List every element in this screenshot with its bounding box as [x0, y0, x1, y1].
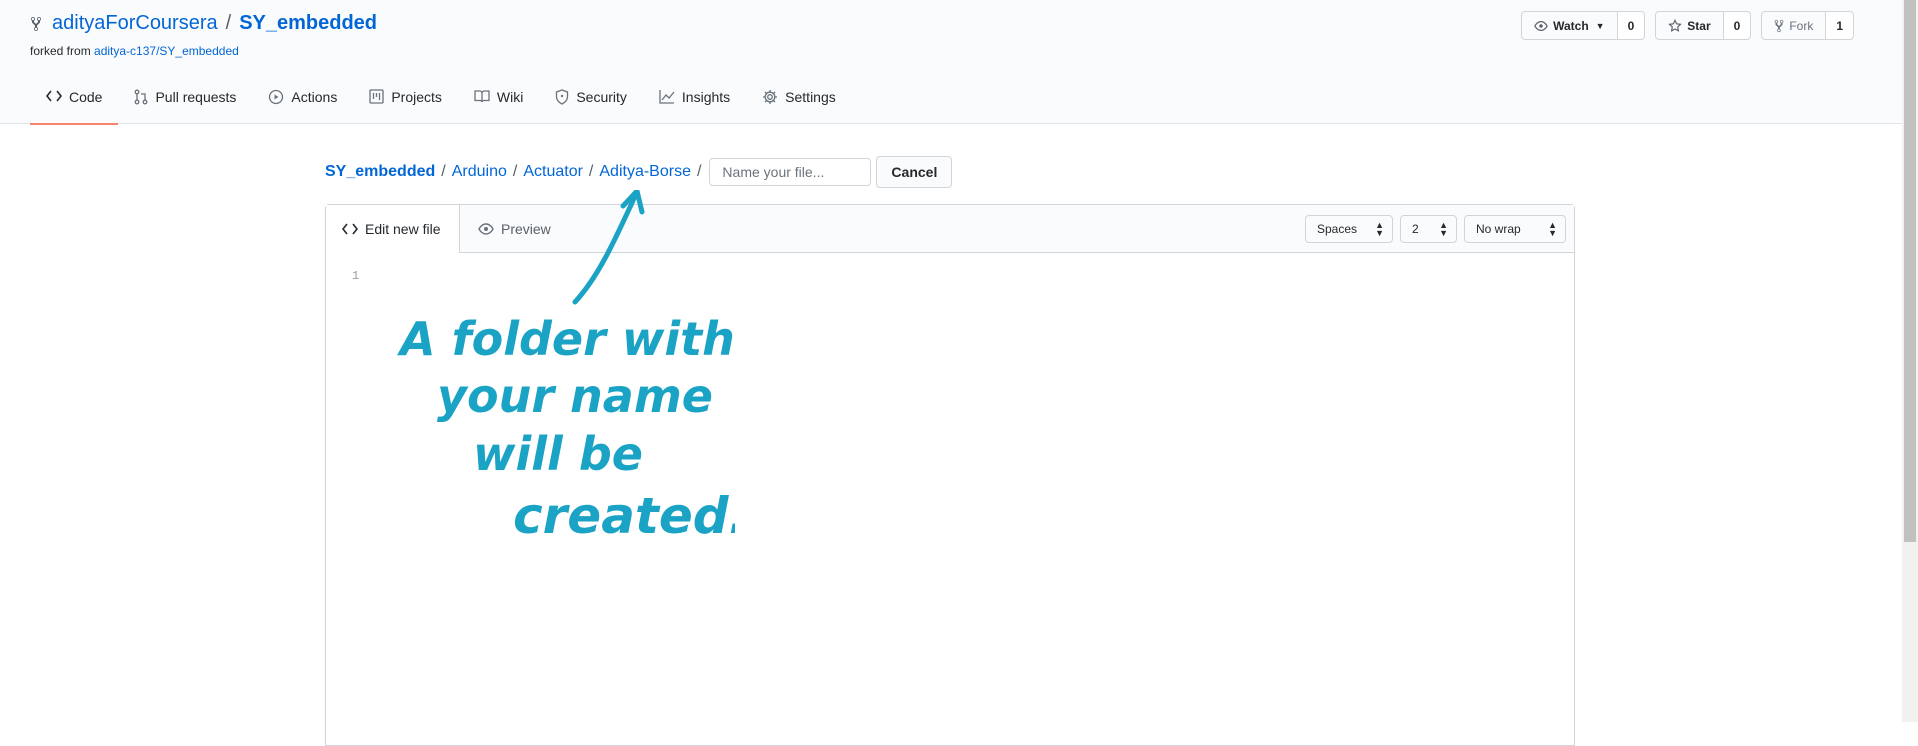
code-icon	[342, 222, 358, 236]
scrollbar-thumb[interactable]	[1904, 0, 1916, 542]
star-label: Star	[1687, 18, 1711, 33]
tab-label: Security	[576, 89, 627, 105]
tab-security[interactable]: Security	[539, 81, 643, 123]
breadcrumb-link-arduino[interactable]: Arduino	[452, 163, 507, 181]
caret-down-icon: ▼	[1595, 20, 1605, 31]
fork-button-group: Fork 1	[1761, 11, 1854, 40]
repo-header: adityaForCoursera / SY_embedded forked f…	[0, 0, 1902, 125]
gear-icon	[762, 89, 778, 105]
graph-icon	[659, 89, 675, 104]
breadcrumb: SY_embedded / Arduino / Actuator / Adity…	[325, 156, 953, 188]
tab-label: Projects	[391, 89, 442, 105]
editor-options: Spaces ▲ ▼ 2 ▲ ▼ No wrap ▲ ▼	[1305, 215, 1566, 243]
tab-actions[interactable]: Actions	[252, 81, 353, 123]
tab-label: Insights	[681, 89, 731, 105]
tab-label: Settings	[785, 89, 836, 105]
select-arrows-icon: ▲ ▼	[1439, 220, 1448, 238]
tab-label: Actions	[291, 89, 338, 105]
tab-wiki[interactable]: Wiki	[458, 81, 539, 123]
select-arrows-icon: ▲ ▼	[1375, 220, 1384, 238]
star-icon	[1668, 18, 1683, 33]
breadcrumb-link-actuator[interactable]: Actuator	[523, 163, 583, 181]
annotation-line-2: your name	[437, 369, 713, 423]
shield-icon	[555, 89, 569, 105]
watch-button[interactable]: Watch ▼	[1522, 12, 1616, 39]
wrap-mode-select[interactable]: No wrap ▲ ▼	[1464, 215, 1566, 243]
tab-label: Wiki	[496, 89, 524, 105]
breadcrumb-separator: /	[441, 163, 446, 180]
handwritten-annotation: A folder with your name will be created.	[397, 190, 735, 545]
forked-from-line: forked from aditya-c137/SY_embedded	[30, 44, 239, 58]
pull-request-icon	[134, 89, 148, 105]
repo-nav: Code Pull requests Actions Projects Wiki	[30, 81, 852, 125]
fork-label: Fork	[1789, 18, 1814, 33]
tab-code[interactable]: Code	[30, 81, 119, 125]
indent-size-select[interactable]: 2 ▲ ▼	[1400, 215, 1457, 243]
page-scrollbar[interactable]	[1902, 0, 1918, 722]
indent-mode-value: Spaces	[1317, 222, 1358, 236]
annotation-line-1: A folder with	[397, 312, 735, 366]
tab-projects[interactable]: Projects	[353, 81, 458, 123]
eye-icon	[1534, 20, 1548, 32]
fork-count[interactable]: 1	[1825, 12, 1853, 39]
tab-pull-requests[interactable]: Pull requests	[118, 81, 252, 123]
select-arrows-icon: ▲ ▼	[1548, 220, 1557, 238]
breadcrumb-link-aditya-borse[interactable]: Aditya-Borse	[599, 163, 691, 181]
annotation-line-4: created.	[513, 487, 735, 545]
fork-icon	[30, 16, 42, 32]
breadcrumb-separator: /	[588, 163, 594, 180]
watch-button-group: Watch ▼ 0	[1521, 11, 1646, 40]
tab-insights[interactable]: Insights	[643, 81, 746, 123]
code-icon	[46, 89, 62, 103]
cancel-button[interactable]: Cancel	[876, 156, 953, 188]
tab-label: Pull requests	[155, 89, 237, 105]
repo-owner-link[interactable]: adityaForCoursera	[52, 12, 218, 35]
wrap-mode-value: No wrap	[1476, 222, 1521, 236]
indent-mode-select[interactable]: Spaces ▲ ▼	[1305, 215, 1393, 243]
line-number: 1	[352, 269, 360, 283]
repo-actions: Watch ▼ 0 Star 0 Fork 1	[1521, 11, 1854, 40]
annotation-arrow-icon	[572, 190, 640, 305]
play-icon	[268, 89, 284, 105]
indent-size-value: 2	[1412, 222, 1419, 236]
book-icon	[474, 89, 490, 103]
forked-from-link[interactable]: aditya-c137/SY_embedded	[94, 44, 239, 58]
tab-label: Code	[69, 89, 103, 105]
filename-input[interactable]	[709, 158, 872, 186]
forked-from-label: forked from	[30, 44, 91, 58]
star-count[interactable]: 0	[1722, 12, 1751, 39]
breadcrumb-separator: /	[696, 163, 702, 180]
fork-button[interactable]: Fork	[1762, 12, 1825, 39]
annotation-line-3: will be	[473, 427, 643, 481]
project-icon	[369, 89, 384, 104]
repo-name-link[interactable]: SY_embedded	[239, 12, 377, 35]
breadcrumb-separator: /	[512, 163, 518, 180]
watch-label: Watch	[1553, 18, 1589, 33]
tab-settings[interactable]: Settings	[746, 81, 852, 123]
breadcrumb-root-link[interactable]: SY_embedded	[325, 163, 435, 181]
fork-icon	[1774, 19, 1784, 33]
repo-title: adityaForCoursera / SY_embedded	[30, 12, 377, 35]
star-button[interactable]: Star	[1656, 12, 1722, 39]
star-button-group: Star 0	[1655, 11, 1752, 40]
watch-count[interactable]: 0	[1616, 12, 1645, 39]
repo-title-separator: /	[225, 12, 232, 34]
